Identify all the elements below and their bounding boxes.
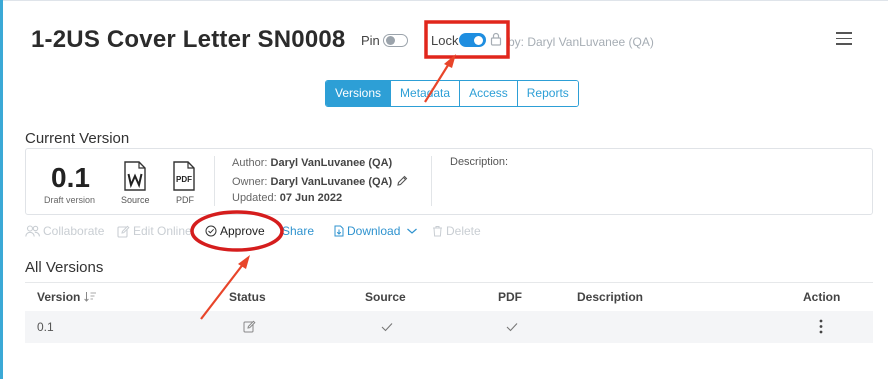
annotation-lock-box <box>424 20 510 59</box>
annotation-overlay <box>190 20 510 320</box>
annotation-arrow-lock <box>424 54 456 103</box>
annotation-approve-ellipse <box>190 210 284 252</box>
annotation-arrow-approve <box>200 255 250 320</box>
